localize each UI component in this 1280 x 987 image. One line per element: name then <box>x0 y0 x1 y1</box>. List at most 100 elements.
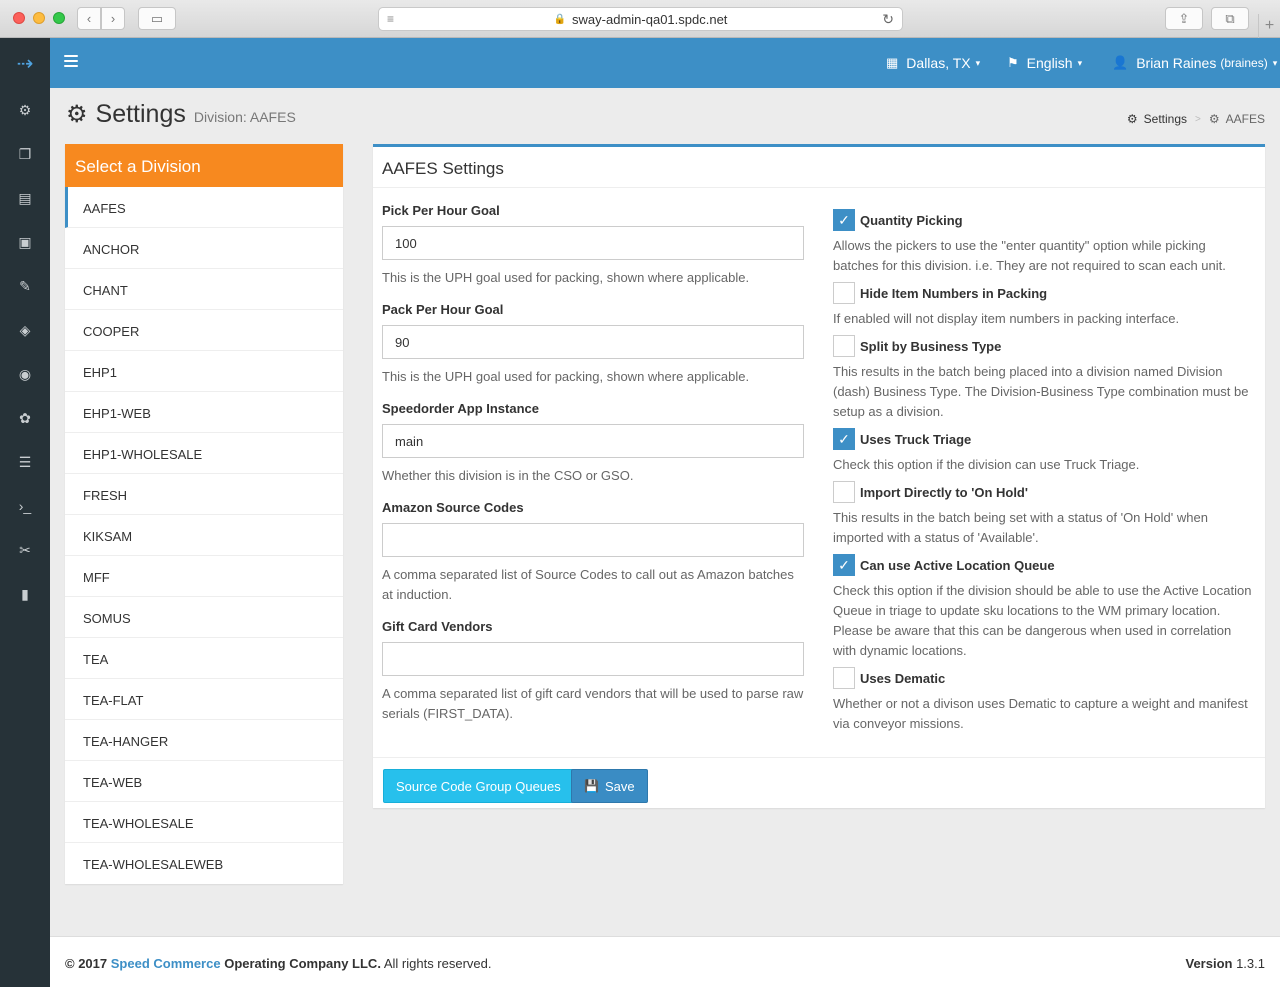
medkit-icon[interactable]: ▣ <box>0 220 50 264</box>
division-item-ehp1-web[interactable]: EHP1-WEB <box>65 392 343 433</box>
forward-icon[interactable]: › <box>101 7 125 30</box>
mobile-icon[interactable]: ▮ <box>0 572 50 616</box>
import-on-hold-group: Import Directly to 'On Hold' This result… <box>833 481 1253 548</box>
page-footer: © 2017 Speed Commerce Operating Company … <box>50 936 1280 987</box>
quantity-picking-label[interactable]: Quantity Picking <box>860 213 963 228</box>
gears-icon[interactable]: ✿ <box>0 396 50 440</box>
sidebar-toggle-icon[interactable]: ▭ <box>138 7 176 30</box>
pack-per-hour-input[interactable]: 90 <box>382 325 804 359</box>
speedorder-instance-help: Whether this division is in the CSO or G… <box>382 468 634 483</box>
speedorder-instance-input[interactable]: main <box>382 424 804 458</box>
caret-down-icon: ▾ <box>1077 57 1083 68</box>
version-number: 1.3.1 <box>1236 956 1265 971</box>
active-location-queue-label[interactable]: Can use Active Location Queue <box>860 558 1055 573</box>
hide-item-numbers-label[interactable]: Hide Item Numbers in Packing <box>860 286 1047 301</box>
division-item-aafes[interactable]: AAFES <box>65 187 343 228</box>
uses-dematic-label[interactable]: Uses Dematic <box>860 671 945 686</box>
quantity-picking-checkbox[interactable]: ✓ <box>833 209 855 231</box>
division-item-cooper[interactable]: COOPER <box>65 310 343 351</box>
import-on-hold-checkbox[interactable] <box>833 481 855 503</box>
division-item-chant[interactable]: CHANT <box>65 269 343 310</box>
dashboard-icon[interactable]: ⚙ <box>0 88 50 132</box>
tabs-icon[interactable]: ⧉ <box>1211 7 1249 30</box>
pick-per-hour-help: This is the UPH goal used for packing, s… <box>382 270 750 285</box>
division-item-tea-wholesaleweb[interactable]: TEA-WHOLESALEWEB <box>65 843 343 884</box>
page-title: Settings <box>95 100 186 128</box>
plug-icon[interactable]: ✂ <box>0 528 50 572</box>
division-item-fresh[interactable]: FRESH <box>65 474 343 515</box>
breadcrumb-gear-icon: ⚙ <box>1208 112 1220 126</box>
amazon-source-codes-input[interactable] <box>382 523 804 557</box>
source-code-group-queues-button[interactable]: Source Code Group Queues <box>383 769 574 803</box>
settings-panel: AAFES Settings Pick Per Hour Goal 100 Th… <box>373 144 1265 808</box>
language-dropdown[interactable]: ⚑ English ▾ <box>1007 55 1082 71</box>
active-location-queue-help: Check this option if the division should… <box>833 583 1252 658</box>
terminal-icon[interactable]: ›_ <box>0 484 50 528</box>
pick-per-hour-input[interactable]: 100 <box>382 226 804 260</box>
speedorder-instance-label: Speedorder App Instance <box>382 401 539 416</box>
settings-gears-icon: ⚙ <box>66 101 88 128</box>
reload-icon[interactable]: ↻ <box>882 11 894 28</box>
share-icon[interactable]: ⇪ <box>1165 7 1203 30</box>
close-window-button[interactable] <box>13 12 25 24</box>
save-button-label: Save <box>604 778 635 794</box>
location-dropdown[interactable]: ▦ Dallas, TX ▾ <box>886 55 980 71</box>
amazon-source-codes-group: Amazon Source Codes A comma separated li… <box>382 500 804 605</box>
wrench-icon[interactable]: ✎ <box>0 264 50 308</box>
reader-icon[interactable]: ≡ <box>387 12 394 26</box>
split-business-type-label[interactable]: Split by Business Type <box>860 339 1001 354</box>
copy-icon[interactable]: ❐ <box>0 132 50 176</box>
division-item-tea-flat[interactable]: TEA-FLAT <box>65 679 343 720</box>
zoom-window-button[interactable] <box>53 12 65 24</box>
hide-item-numbers-group: Hide Item Numbers in Packing If enabled … <box>833 282 1253 329</box>
division-item-ehp1[interactable]: EHP1 <box>65 351 343 392</box>
truck-triage-help: Check this option if the division can us… <box>833 457 1140 472</box>
division-item-somus[interactable]: SOMUS <box>65 597 343 638</box>
gift-card-vendors-input[interactable] <box>382 642 804 676</box>
division-item-tea-wholesale[interactable]: TEA-WHOLESALE <box>65 802 343 843</box>
division-item-mff[interactable]: MFF <box>65 556 343 597</box>
uses-dematic-checkbox[interactable] <box>833 667 855 689</box>
save-button[interactable]: 💾 Save <box>571 769 648 803</box>
brand-link[interactable]: Speed Commerce <box>111 956 221 971</box>
app-logo-icon[interactable]: ⇢ <box>0 38 50 88</box>
division-item-kiksam[interactable]: KIKSAM <box>65 515 343 556</box>
url-text: sway-admin-qa01.spdc.net <box>572 11 728 27</box>
list-icon[interactable]: ☰ <box>0 440 50 484</box>
hide-item-numbers-help: If enabled will not display item numbers… <box>833 311 1180 326</box>
amazon-source-codes-help: A comma separated list of Source Codes t… <box>382 567 794 602</box>
gift-card-vendors-label: Gift Card Vendors <box>382 619 493 634</box>
quantity-picking-group: ✓ Quantity Picking Allows the pickers to… <box>833 209 1253 276</box>
truck-triage-checkbox[interactable]: ✓ <box>833 428 855 450</box>
new-tab-icon[interactable]: + <box>1258 14 1280 38</box>
speedorder-instance-group: Speedorder App Instance main Whether thi… <box>382 401 804 486</box>
user-dropdown[interactable]: 👤 Brian Raines (braines) ▾ <box>1112 55 1277 71</box>
breadcrumb: ⚙ Settings > ⚙ AAFES <box>1127 112 1265 126</box>
document-icon[interactable]: ▤ <box>0 176 50 220</box>
cube-icon[interactable]: ◈ <box>0 308 50 352</box>
page-header: ⚙ Settings Division: AAFES <box>66 100 296 129</box>
minimize-window-button[interactable] <box>33 12 45 24</box>
user-handle: (braines) <box>1220 56 1268 70</box>
building-icon: ▦ <box>886 55 899 70</box>
user-circle-icon[interactable]: ◉ <box>0 352 50 396</box>
location-label: Dallas, TX <box>906 55 971 71</box>
division-item-tea-hanger[interactable]: TEA-HANGER <box>65 720 343 761</box>
gift-card-vendors-group: Gift Card Vendors A comma separated list… <box>382 619 804 724</box>
truck-triage-label[interactable]: Uses Truck Triage <box>860 432 971 447</box>
division-item-tea-web[interactable]: TEA-WEB <box>65 761 343 802</box>
division-item-ehp1-wholesale[interactable]: EHP1-WHOLESALE <box>65 433 343 474</box>
back-icon[interactable]: ‹ <box>77 7 101 30</box>
address-bar[interactable]: ≡ 🔒 sway-admin-qa01.spdc.net ↻ <box>378 7 903 31</box>
caret-down-icon: ▾ <box>975 57 981 68</box>
split-business-type-help: This results in the batch being placed i… <box>833 364 1249 419</box>
division-item-tea[interactable]: TEA <box>65 638 343 679</box>
division-item-anchor[interactable]: ANCHOR <box>65 228 343 269</box>
hide-item-numbers-checkbox[interactable] <box>833 282 855 304</box>
active-location-queue-checkbox[interactable]: ✓ <box>833 554 855 576</box>
split-business-type-checkbox[interactable] <box>833 335 855 357</box>
browser-chrome: ‹ › ▭ ≡ 🔒 sway-admin-qa01.spdc.net ↻ ⇪ ⧉… <box>0 0 1280 38</box>
breadcrumb-settings-link[interactable]: Settings <box>1144 112 1187 126</box>
import-on-hold-label[interactable]: Import Directly to 'On Hold' <box>860 485 1028 500</box>
menu-toggle-icon[interactable] <box>64 55 78 70</box>
